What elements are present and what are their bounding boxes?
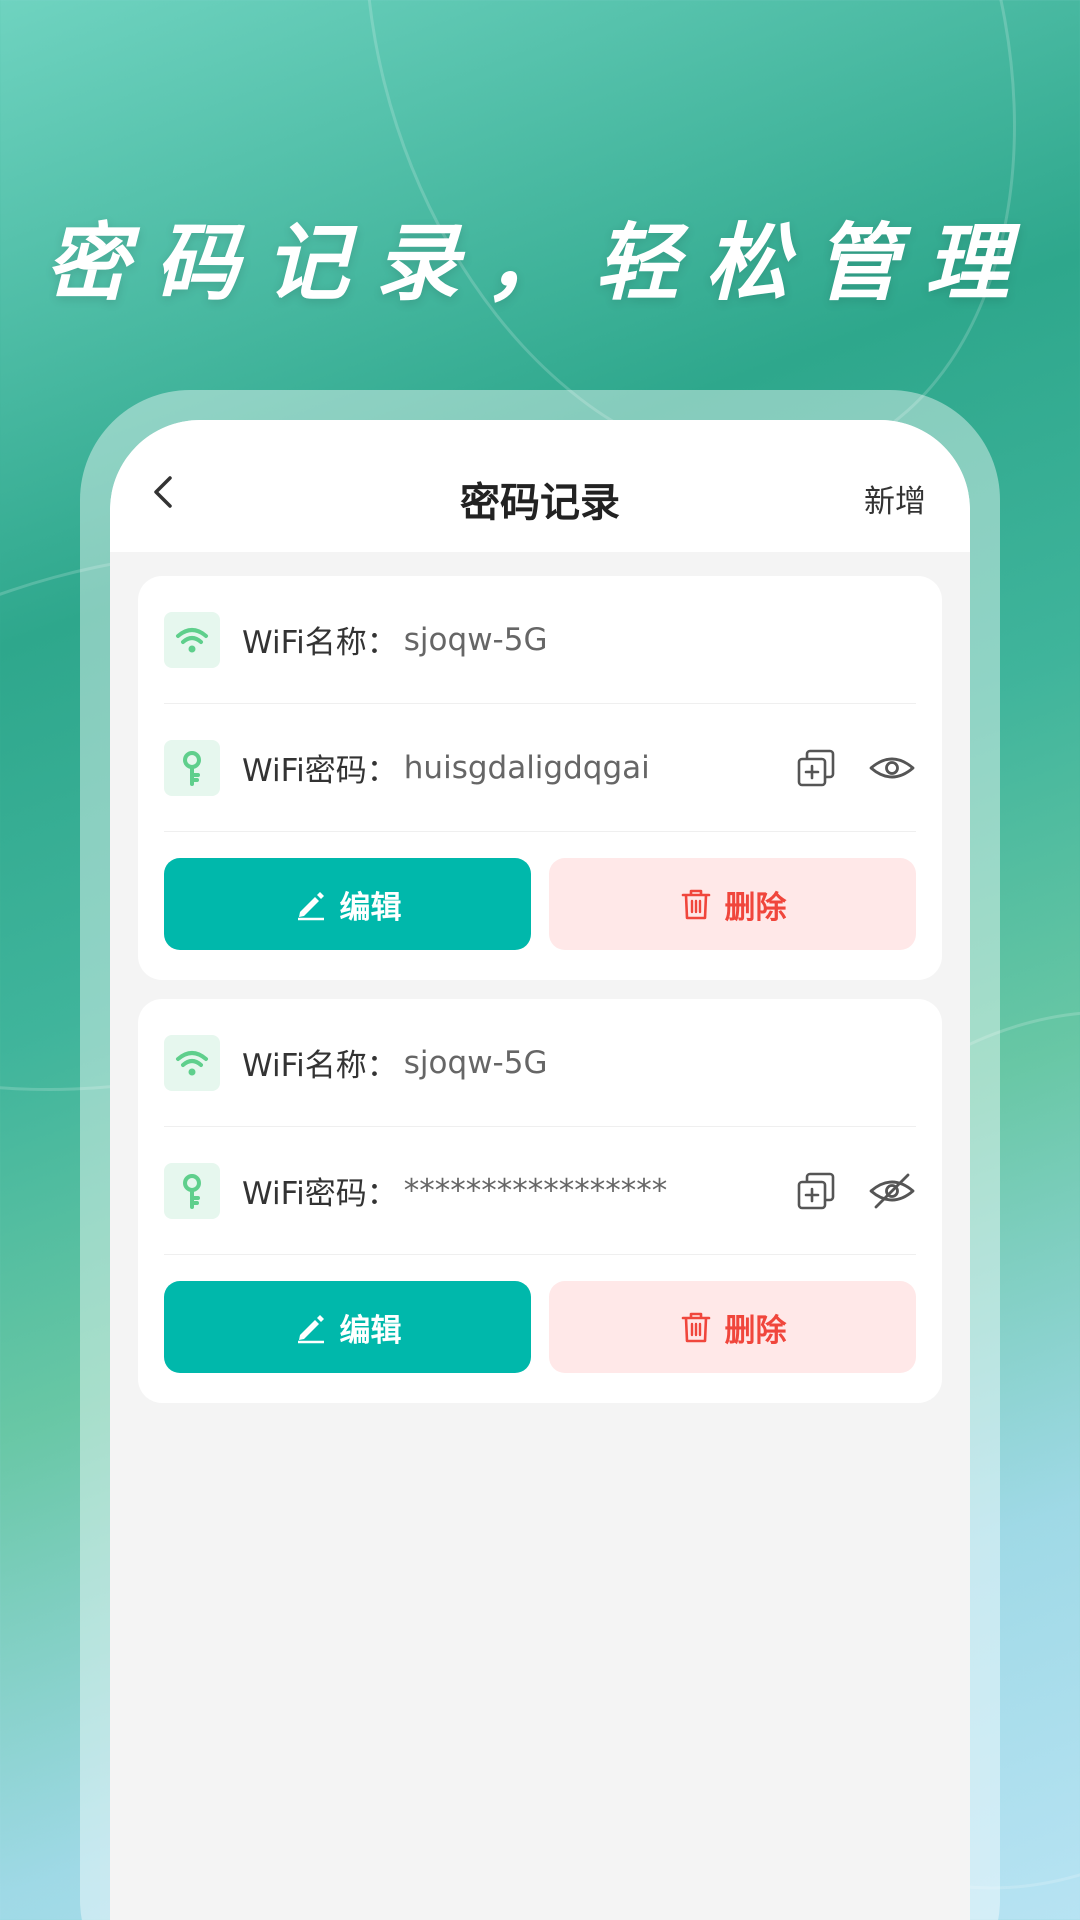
wifi-name-row: WiFi名称： sjoqw-5G <box>164 999 916 1127</box>
record-actions: 编辑 删除 <box>164 1281 916 1373</box>
wifi-password-row: WiFi密码： ***************** <box>164 1127 916 1255</box>
wifi-password-label: WiFi密码： <box>242 1176 398 1212</box>
toggle-visibility-button[interactable] <box>868 1167 916 1215</box>
password-actions <box>792 1167 916 1215</box>
wifi-name-value: sjoqw-5G <box>403 1044 548 1081</box>
eye-icon <box>869 757 915 778</box>
copy-icon <box>797 749 835 786</box>
wifi-name-row: WiFi名称： sjoqw-5G <box>164 576 916 704</box>
delete-button[interactable]: 删除 <box>549 858 916 950</box>
trash-icon <box>681 889 710 920</box>
copy-icon <box>797 1172 835 1209</box>
trash-icon <box>681 1312 710 1343</box>
delete-label: 删除 <box>724 889 787 926</box>
wifi-name-label: WiFi名称： <box>242 1048 398 1084</box>
record-actions: 编辑 删除 <box>164 858 916 950</box>
promo-headline: 密码记录，轻松管理 <box>44 214 1035 312</box>
wifi-password-value: huisgdaligdqgai <box>403 749 650 786</box>
wifi-password-value: ***************** <box>403 1172 668 1209</box>
pencil-icon <box>297 1315 324 1344</box>
app-screen: 密码记录 新增 WiFi名称： sjoqw-5G WiFi密码： huisgda… <box>110 420 970 1920</box>
toggle-visibility-button[interactable] <box>868 744 916 792</box>
delete-label: 删除 <box>724 1312 787 1349</box>
page-title: 密码记录 <box>460 480 620 526</box>
edit-label: 编辑 <box>339 889 402 926</box>
record-card: WiFi名称： sjoqw-5G WiFi密码： huisgdaligdqgai <box>138 576 942 980</box>
edit-label: 编辑 <box>339 1312 402 1349</box>
copy-button[interactable] <box>792 1167 840 1215</box>
wifi-password-row: WiFi密码： huisgdaligdqgai <box>164 704 916 832</box>
edit-button[interactable]: 编辑 <box>164 1281 531 1373</box>
delete-button[interactable]: 删除 <box>549 1281 916 1373</box>
wifi-password-label: WiFi密码： <box>242 753 398 789</box>
wifi-name-label: WiFi名称： <box>242 625 398 661</box>
key-icon <box>164 1162 220 1219</box>
wifi-icon <box>164 1034 220 1091</box>
eye-off-icon <box>869 1173 915 1208</box>
wifi-name-value: sjoqw-5G <box>403 621 548 658</box>
pencil-icon <box>297 892 324 921</box>
record-card: WiFi名称： sjoqw-5G WiFi密码： ***************… <box>138 999 942 1403</box>
nav-bar: 密码记录 新增 <box>110 420 970 552</box>
copy-button[interactable] <box>792 744 840 792</box>
wifi-icon <box>164 611 220 668</box>
password-actions <box>792 744 916 792</box>
key-icon <box>164 739 220 796</box>
add-button[interactable]: 新增 <box>864 476 926 521</box>
edit-button[interactable]: 编辑 <box>164 858 531 950</box>
